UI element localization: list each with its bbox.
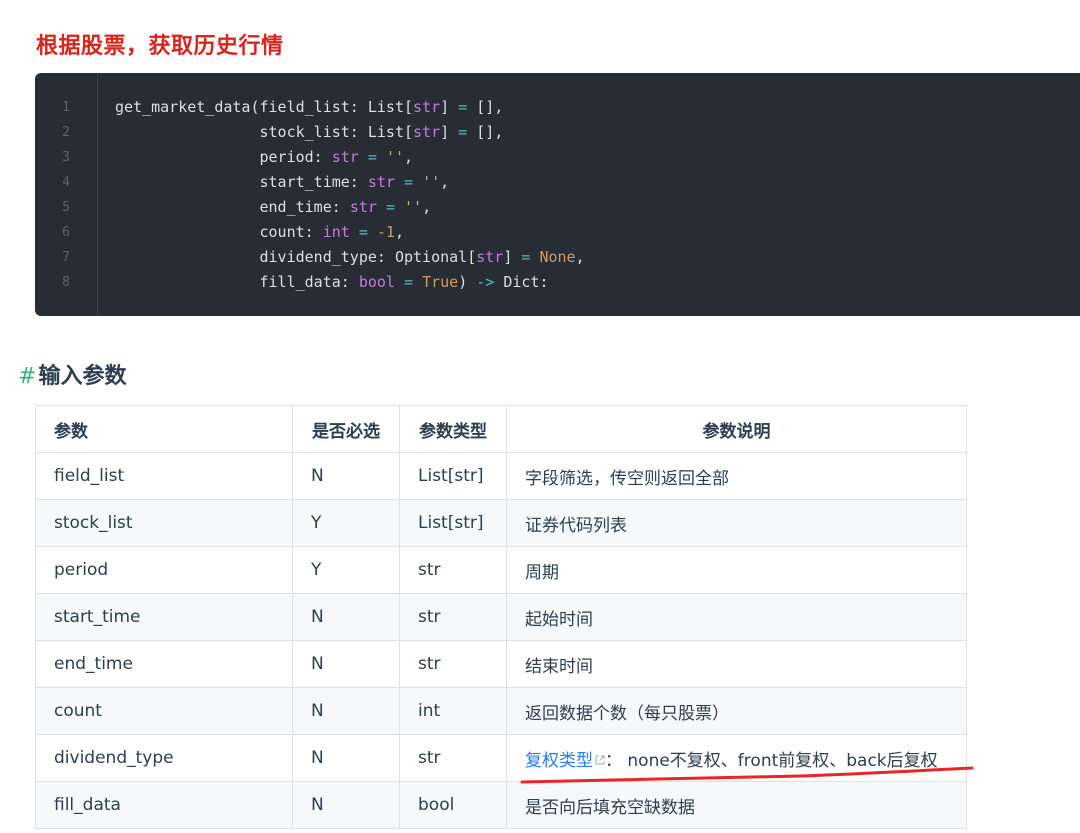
- cell-type: str: [399, 546, 507, 594]
- line-number: 2: [62, 125, 70, 140]
- table-row: end_time N str 结束时间: [35, 640, 967, 688]
- cell-param: count: [35, 687, 293, 735]
- cell-param: start_time: [35, 593, 293, 641]
- cell-type: str: [399, 593, 507, 641]
- cell-type: bool: [399, 781, 507, 829]
- cell-type: List[str]: [399, 499, 507, 547]
- cell-param: end_time: [35, 640, 293, 688]
- cell-param: fill_data: [35, 781, 293, 829]
- code-block[interactable]: 1 2 3 4 5 6 7 8 get_market_data(field_li…: [35, 73, 1080, 316]
- cell-desc: 是否向后填充空缺数据: [506, 781, 967, 829]
- doc-page: 根据股票，获取历史行情 1 2 3 4 5 6 7 8 get_market_d…: [0, 0, 1080, 833]
- dividend-type-link[interactable]: 复权类型: [525, 751, 593, 771]
- cell-desc: 结束时间: [506, 640, 967, 688]
- table-row: field_list N List[str] 字段筛选，传空则返回全部: [35, 452, 967, 500]
- table-row: stock_list Y List[str] 证券代码列表: [35, 499, 967, 547]
- cell-type: List[str]: [399, 452, 507, 500]
- cell-type: int: [399, 687, 507, 735]
- line-number: 6: [62, 225, 70, 240]
- section-title: 输入参数: [38, 364, 127, 389]
- cell-desc: 字段筛选，传空则返回全部: [506, 452, 967, 500]
- code-line: end_time: str = '',: [115, 198, 432, 216]
- code-line: dividend_type: Optional[str] = None,: [115, 248, 585, 266]
- line-number: 7: [62, 250, 70, 265]
- line-number: 3: [62, 150, 70, 165]
- cell-required: N: [292, 687, 400, 735]
- cell-type: str: [399, 640, 507, 688]
- external-link-icon[interactable]: [595, 755, 605, 765]
- code-line: stock_list: List[str] = [],: [115, 123, 504, 141]
- params-table: 参数 是否必选 参数类型 参数说明 field_list N List[str]…: [35, 405, 967, 829]
- header-type: 参数类型: [399, 405, 507, 453]
- line-number-gutter: 1 2 3 4 5 6 7 8: [35, 73, 98, 316]
- cell-desc: 周期: [506, 546, 967, 594]
- table-row: period Y str 周期: [35, 546, 967, 594]
- code-line: count: int = -1,: [115, 223, 404, 241]
- cell-desc: 证券代码列表: [506, 499, 967, 547]
- header-param: 参数: [35, 405, 293, 453]
- code-line: get_market_data(field_list: List[str] = …: [115, 98, 504, 116]
- cell-param: period: [35, 546, 293, 594]
- section-heading: #输入参数: [18, 358, 126, 390]
- page-title: 根据股票，获取历史行情: [36, 34, 284, 59]
- cell-required: Y: [292, 499, 400, 547]
- line-number: 1: [62, 100, 70, 115]
- cell-required: N: [292, 734, 400, 782]
- cell-param: field_list: [35, 452, 293, 500]
- code-line: start_time: str = '',: [115, 173, 450, 191]
- cell-type: str: [399, 734, 507, 782]
- table-row: start_time N str 起始时间: [35, 593, 967, 641]
- cell-desc: 返回数据个数（每只股票）: [506, 687, 967, 735]
- line-number: 5: [62, 200, 70, 215]
- cell-required: N: [292, 593, 400, 641]
- line-number: 8: [62, 275, 70, 290]
- header-required: 是否必选: [292, 405, 400, 453]
- cell-required: Y: [292, 546, 400, 594]
- code-line: fill_data: bool = True) -> Dict:: [115, 273, 549, 291]
- cell-required: N: [292, 452, 400, 500]
- cell-desc-text: ： none不复权、front前复权、back后复权: [605, 750, 938, 771]
- cell-param: stock_list: [35, 499, 293, 547]
- table-row: count N int 返回数据个数（每只股票）: [35, 687, 967, 735]
- cell-param: dividend_type: [35, 734, 293, 782]
- cell-required: N: [292, 781, 400, 829]
- heading-anchor-link[interactable]: #: [18, 364, 36, 389]
- cell-required: N: [292, 640, 400, 688]
- code-line: period: str = '',: [115, 148, 414, 166]
- header-desc: 参数说明: [506, 405, 967, 453]
- table-row: dividend_type N str 复权类型 ： none不复权、front前…: [35, 734, 967, 782]
- table-row: fill_data N bool 是否向后填充空缺数据: [35, 781, 967, 829]
- line-number: 4: [62, 175, 70, 190]
- cell-desc: 起始时间: [506, 593, 967, 641]
- cell-desc: 复权类型 ： none不复权、front前复权、back后复权: [506, 734, 967, 782]
- table-header-row: 参数 是否必选 参数类型 参数说明: [35, 405, 967, 453]
